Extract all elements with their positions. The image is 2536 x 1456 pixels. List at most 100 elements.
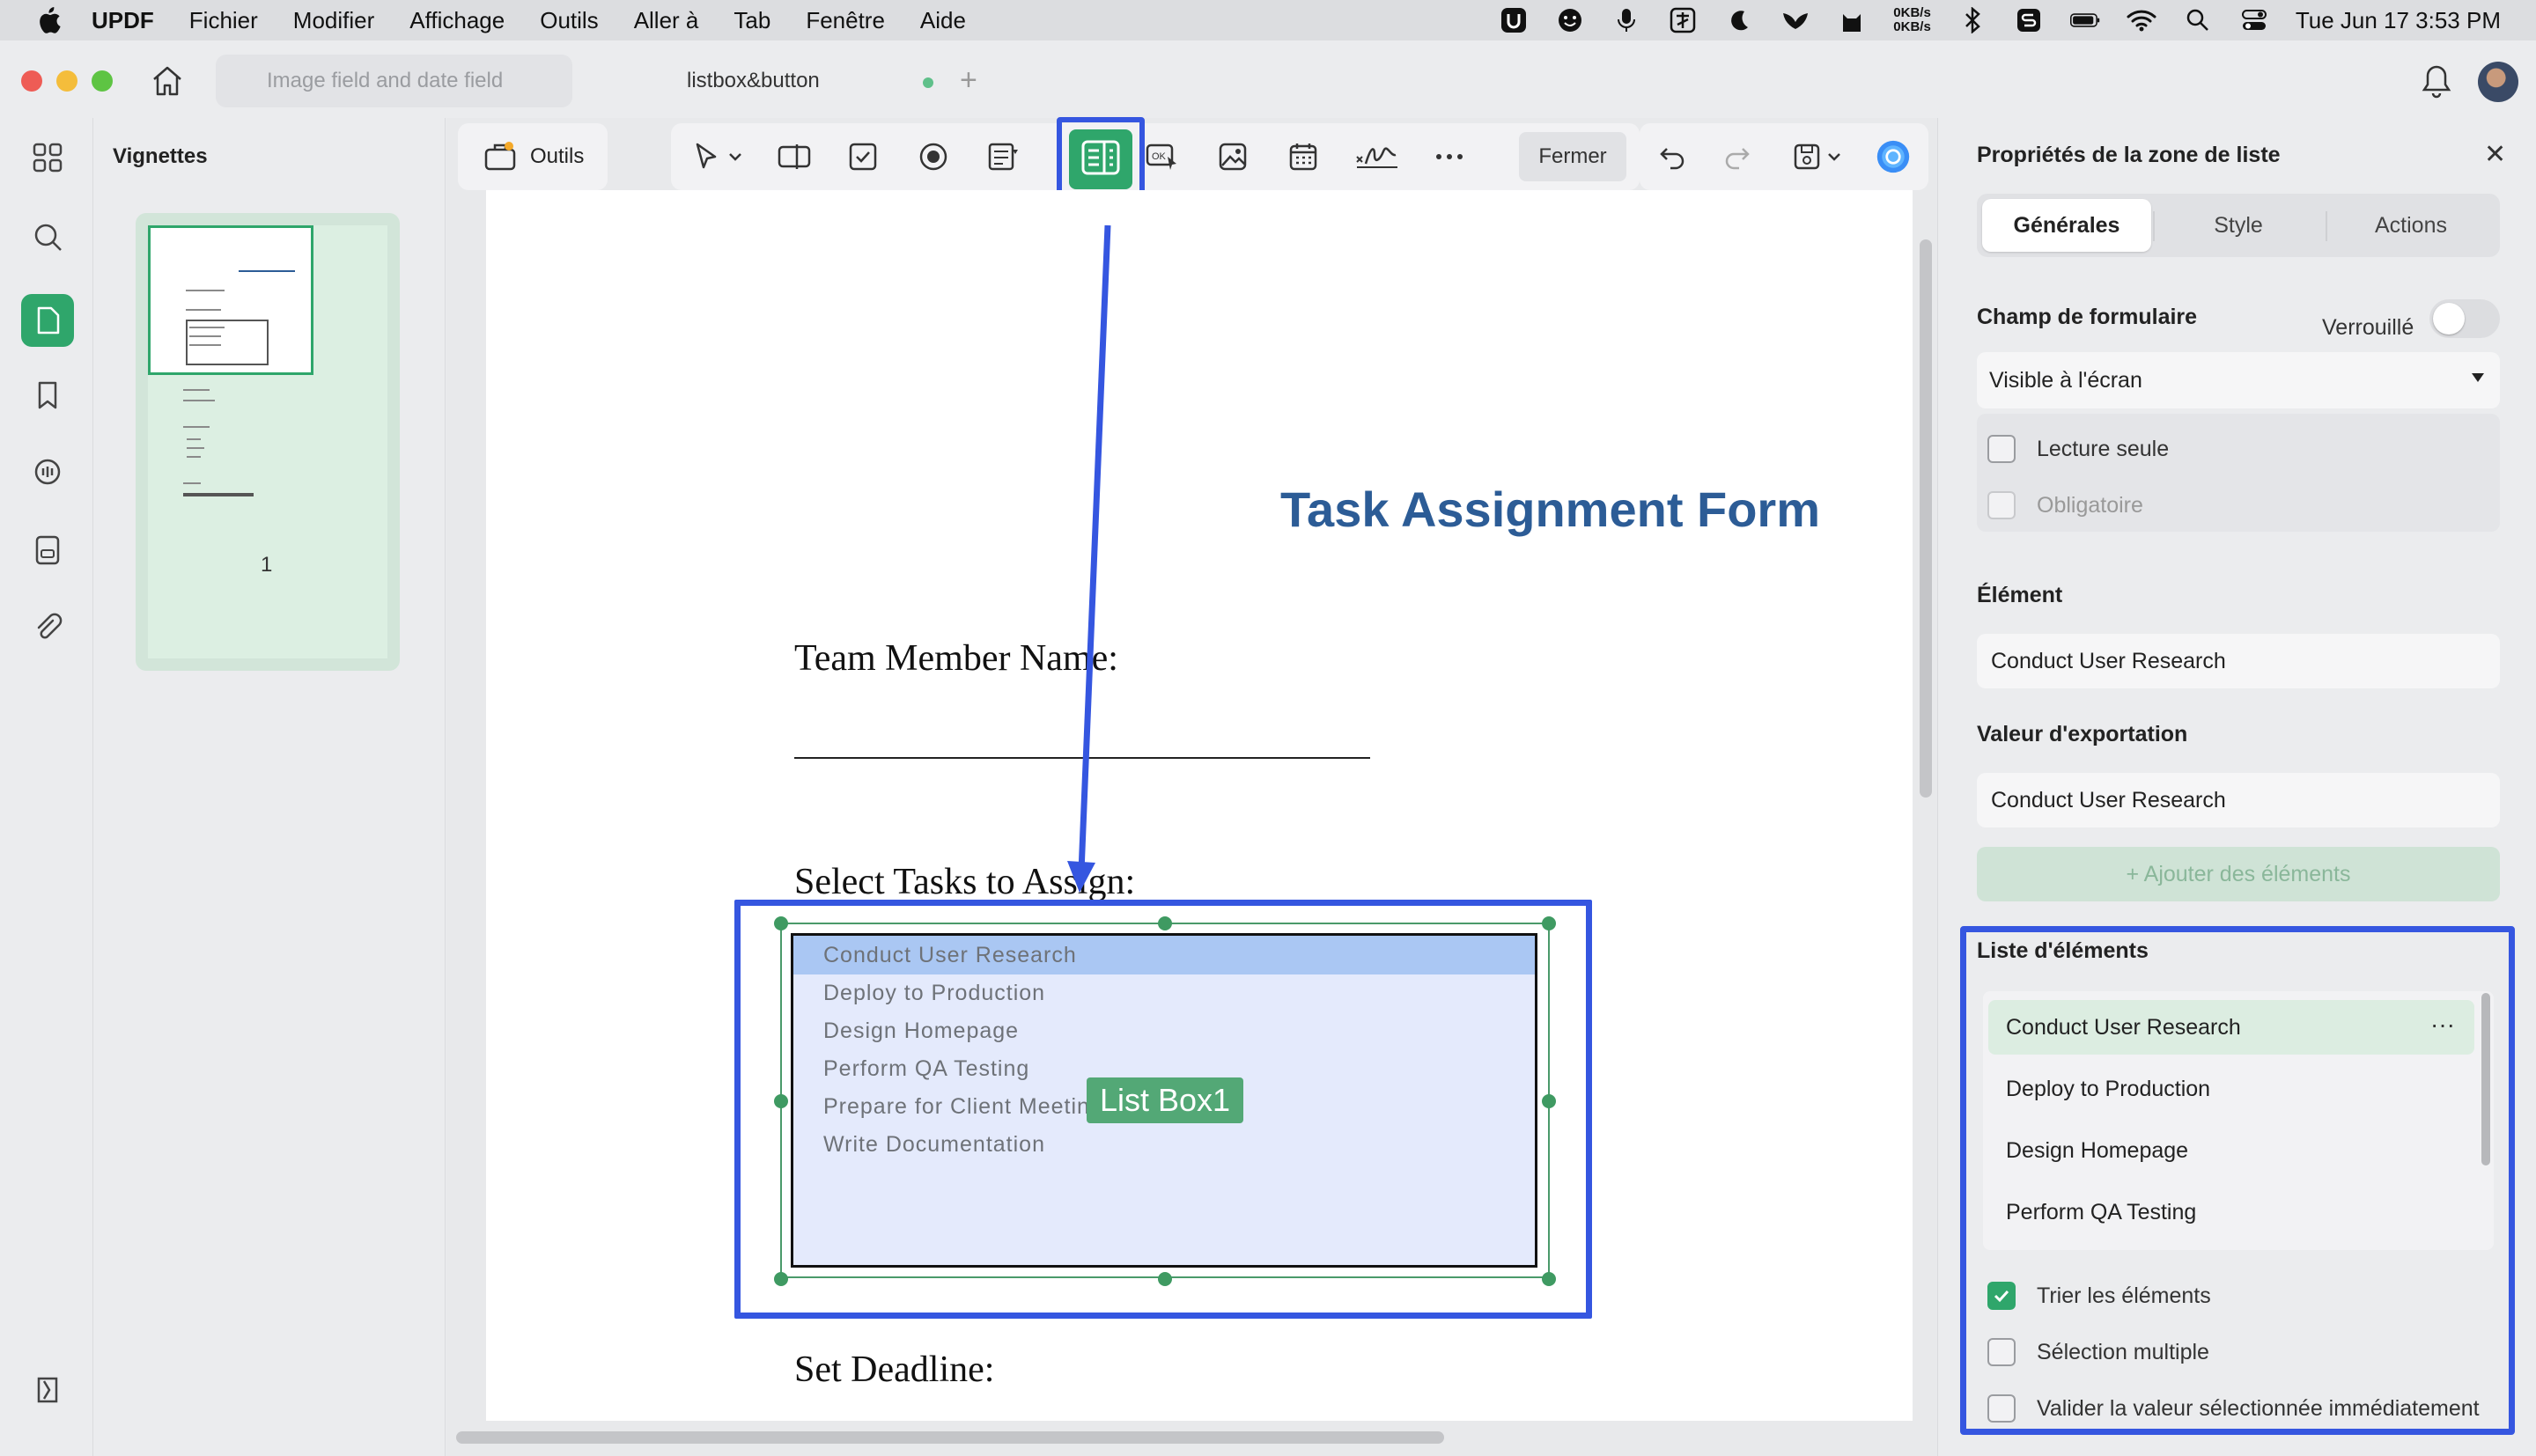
resize-handle[interactable] [1542, 916, 1556, 930]
apps-grid-icon[interactable] [26, 136, 70, 180]
signature-tool-icon[interactable] [1353, 139, 1402, 174]
resize-handle[interactable] [1542, 1094, 1556, 1108]
readonly-checkbox[interactable] [1987, 435, 2016, 463]
button-tool-icon[interactable]: OK [1145, 139, 1180, 174]
thumbnails-panel: Vignettes 1 [93, 118, 446, 1456]
scrivener-status-icon[interactable] [2014, 7, 2044, 33]
cat-status-icon[interactable] [1837, 7, 1867, 33]
save-icon[interactable] [1789, 139, 1825, 174]
microphone-icon[interactable] [1611, 7, 1641, 33]
list-item[interactable]: Deploy to Production [1988, 1062, 2474, 1116]
resize-handle[interactable] [1158, 1272, 1172, 1286]
resize-handle[interactable] [774, 1094, 788, 1108]
bookmark-icon[interactable] [26, 373, 70, 417]
ai-assistant-icon[interactable] [1876, 139, 1911, 174]
menu-aller-a[interactable]: Aller à [634, 7, 699, 34]
list-box-tool-button[interactable] [1057, 117, 1145, 202]
input-method-icon[interactable] [1668, 7, 1698, 33]
redo-icon[interactable] [1719, 139, 1754, 174]
required-checkbox[interactable] [1987, 491, 2016, 519]
updf-status-icon[interactable] [1499, 7, 1529, 33]
new-tab-plus-icon[interactable]: + [960, 63, 977, 98]
thumbnails-page-icon[interactable] [21, 294, 74, 347]
readonly-option[interactable]: Lecture seule [1987, 435, 2169, 463]
spotlight-search-icon[interactable] [2183, 7, 2213, 33]
list-item[interactable]: Design Homepage [1988, 1123, 2474, 1178]
list-box-option[interactable]: Write Documentation [793, 1125, 1535, 1164]
user-avatar[interactable] [2478, 62, 2518, 102]
items-list-scrollbar[interactable] [2481, 993, 2490, 1166]
chevron-down-icon[interactable] [724, 139, 747, 174]
list-box-option[interactable]: Conduct User Research [793, 936, 1535, 974]
menu-fenetre[interactable]: Fenêtre [806, 7, 885, 34]
menu-tab[interactable]: Tab [734, 7, 770, 34]
tab-generales[interactable]: Générales [1982, 199, 2151, 252]
menu-bar: UPDF Fichier Modifier Affichage Outils A… [0, 0, 2536, 40]
night-shift-icon[interactable] [1724, 7, 1754, 33]
tools-button[interactable]: Outils [458, 123, 608, 190]
select-pointer-icon[interactable] [689, 139, 724, 174]
list-box-option[interactable]: Deploy to Production [793, 974, 1535, 1012]
close-panel-icon[interactable]: ✕ [2484, 139, 2506, 170]
control-center-icon[interactable] [2239, 7, 2269, 33]
required-option[interactable]: Obligatoire [1987, 491, 2143, 519]
resize-handle[interactable] [1158, 916, 1172, 930]
date-field-tool-icon[interactable] [1286, 139, 1321, 174]
bird-status-icon[interactable] [1780, 7, 1810, 33]
list-box-option[interactable]: Design Homepage [793, 1011, 1535, 1050]
resize-handle[interactable] [1542, 1272, 1556, 1286]
save-options-chevron-icon[interactable] [1823, 139, 1846, 174]
horizontal-scrollbar[interactable] [456, 1431, 1444, 1444]
element-input[interactable]: Conduct User Research [1977, 634, 2500, 688]
notification-bell-icon[interactable] [2420, 63, 2453, 99]
add-items-button[interactable]: + Ajouter des éléments [1977, 847, 2500, 901]
resize-handle[interactable] [774, 1272, 788, 1286]
home-icon[interactable] [150, 63, 185, 99]
resize-handle[interactable] [774, 916, 788, 930]
minimize-window-button[interactable] [56, 70, 77, 92]
attachment-icon[interactable] [26, 606, 70, 650]
text-field-icon[interactable] [777, 139, 812, 174]
tab-image-field[interactable]: Image field and date field [216, 55, 572, 107]
close-form-mode-button[interactable]: Fermer [1519, 132, 1626, 181]
comments-icon[interactable] [26, 451, 70, 495]
items-list: Conduct User Research ··· Deploy to Prod… [1983, 991, 2494, 1250]
wifi-icon[interactable] [2127, 7, 2156, 33]
apple-logo-icon[interactable] [35, 5, 62, 35]
menu-app-name[interactable]: UPDF [92, 7, 154, 34]
network-up-value: 0KB/s [1893, 5, 1931, 20]
dropdown-tool-icon[interactable] [986, 139, 1021, 174]
sidebar-toggle-icon[interactable] [26, 1368, 70, 1412]
undo-icon[interactable] [1655, 139, 1691, 174]
tab-actions[interactable]: Actions [2326, 199, 2495, 252]
face-status-icon[interactable] [1555, 7, 1585, 33]
search-icon[interactable] [26, 215, 70, 259]
list-item[interactable]: Conduct User Research ··· [1988, 1000, 2474, 1055]
radio-button-tool-icon[interactable] [916, 139, 951, 174]
tab-listbox-button[interactable]: listbox&button [599, 55, 951, 107]
element-value: Conduct User Research [1991, 648, 2226, 673]
menu-clock[interactable]: Tue Jun 17 3:53 PM [2296, 7, 2501, 34]
image-field-tool-icon[interactable] [1215, 139, 1250, 174]
close-window-button[interactable] [21, 70, 42, 92]
bluetooth-icon[interactable] [1957, 7, 1987, 33]
locked-toggle[interactable] [2429, 299, 2500, 338]
menu-fichier[interactable]: Fichier [189, 7, 258, 34]
battery-icon[interactable] [2069, 7, 2100, 33]
menu-affichage[interactable]: Affichage [409, 7, 505, 34]
tab-style[interactable]: Style [2154, 199, 2323, 252]
more-options-icon[interactable] [1432, 139, 1467, 174]
checkbox-tool-icon[interactable] [845, 139, 881, 174]
visibility-select[interactable]: Visible à l'écran [1977, 352, 2500, 408]
export-value-input[interactable]: Conduct User Research [1977, 773, 2500, 827]
list-item[interactable]: Perform QA Testing [1988, 1185, 2474, 1239]
page-thumbnail[interactable] [136, 213, 400, 671]
form-fields-icon[interactable] [26, 528, 70, 572]
vertical-scrollbar[interactable] [1920, 239, 1932, 798]
item-more-icon[interactable]: ··· [2430, 1011, 2455, 1039]
menu-modifier[interactable]: Modifier [293, 7, 374, 34]
menu-outils[interactable]: Outils [540, 7, 598, 34]
menu-aide[interactable]: Aide [920, 7, 966, 34]
zoom-window-button[interactable] [92, 70, 113, 92]
visibility-value: Visible à l'écran [1989, 367, 2142, 393]
